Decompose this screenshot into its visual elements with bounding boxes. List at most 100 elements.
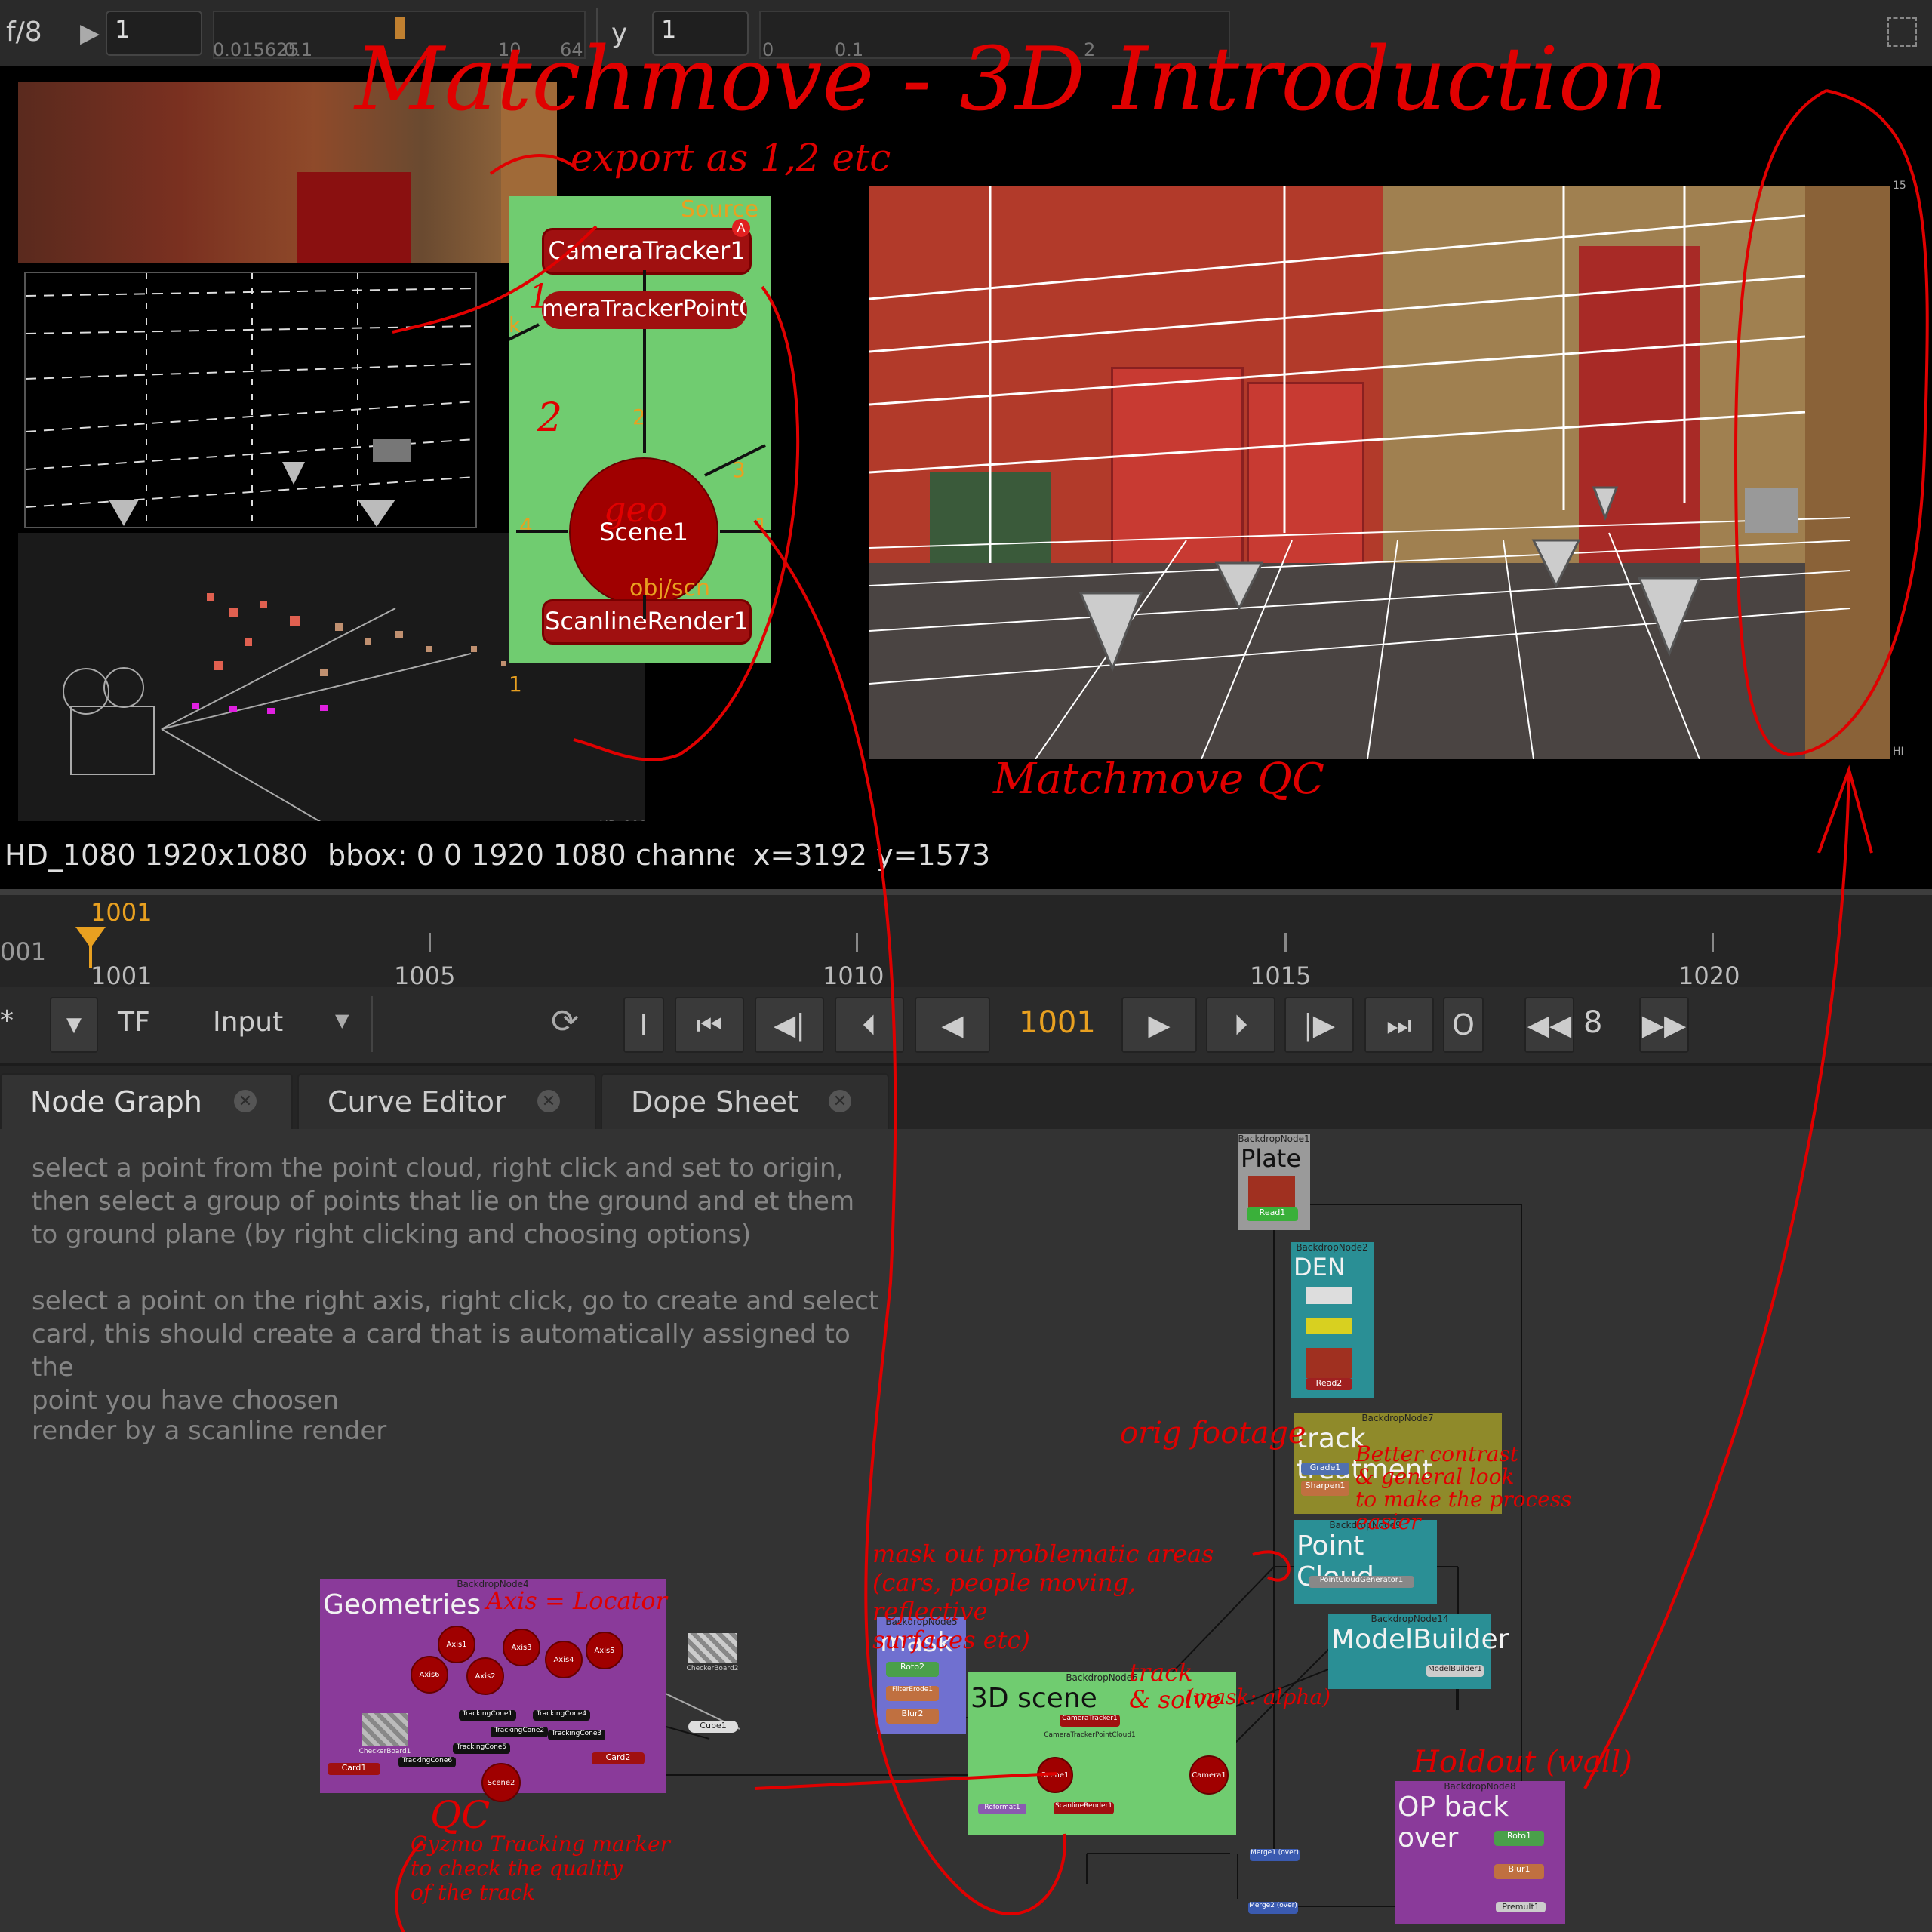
switch-node[interactable] <box>1306 1318 1352 1334</box>
camera-node[interactable]: Camera1 <box>1189 1755 1229 1795</box>
in-point-button[interactable]: I <box>623 997 664 1053</box>
timeline-major-tick <box>1284 933 1287 952</box>
tab-dope-sheet[interactable]: Dope Sheet ✕ <box>601 1073 889 1129</box>
tracking-cone-node[interactable]: TrackingCone3 <box>548 1730 605 1740</box>
better-contrast-annotation: Better contrast & general look to make t… <box>1355 1441 1572 1534</box>
tab-node-graph[interactable]: Node Graph ✕ <box>0 1073 293 1129</box>
point-cloud-generator-node[interactable]: PointCloudGenerator1 <box>1309 1576 1414 1588</box>
camera-tracker-point-cloud-node[interactable]: CameraTrackerPointCloud1 <box>1037 1731 1143 1742</box>
blur-node[interactable]: Blur2 <box>886 1709 939 1724</box>
roto-node[interactable]: Roto1 <box>1494 1831 1544 1846</box>
cube-node[interactable]: Cube1 <box>688 1721 738 1733</box>
first-frame-icon[interactable]: ⏮ <box>675 997 744 1053</box>
fast-forward-icon[interactable]: ▶▶ <box>1639 997 1689 1053</box>
format-label-small: HI <box>1893 746 1904 758</box>
rewind-icon[interactable]: ◀◀ <box>1524 997 1574 1053</box>
gain-tick: 0.1 <box>284 39 313 60</box>
wireframe-3d-view <box>24 272 477 528</box>
tf-dropdown[interactable]: TF <box>118 1007 150 1038</box>
axis-node[interactable]: Axis5 <box>586 1632 623 1669</box>
reformat-node[interactable]: Reformat1 <box>978 1804 1026 1814</box>
close-icon[interactable]: ✕ <box>537 1090 560 1112</box>
backdrop-model-builder[interactable]: BackdropNode14 ModelBuilder ModelBuilder… <box>1328 1614 1509 1689</box>
tab-label: Curve Editor <box>328 1085 506 1118</box>
geo-annotation: geo <box>604 489 668 530</box>
orig-footage-annotation: orig footage <box>1120 1416 1306 1451</box>
axis-node[interactable]: Axis4 <box>545 1641 583 1678</box>
checkerboard-thumbnail <box>688 1633 737 1663</box>
read-thumbnail <box>1306 1348 1352 1378</box>
tracking-cone-node[interactable]: TrackingCone5 <box>453 1743 510 1754</box>
checkerboard-node[interactable]: CheckerBoard2 <box>682 1665 743 1675</box>
current-frame-field[interactable]: 1001 <box>1019 1005 1096 1040</box>
qc-overlay-grid <box>869 186 1851 759</box>
step-back-icon[interactable]: ⏴ <box>835 997 904 1053</box>
node-graph-canvas[interactable]: select a point from the point cloud, rig… <box>0 1129 1932 1932</box>
gain-input[interactable]: 1 <box>106 11 202 56</box>
tracking-cone-node[interactable]: TrackingCone1 <box>459 1710 516 1721</box>
backdrop-plate[interactable]: BackdropNode1 Plate Read1 <box>1238 1134 1310 1230</box>
merge-node[interactable]: Merge1 (over) <box>1250 1849 1300 1861</box>
tracking-cone-node[interactable]: TrackingCone4 <box>533 1710 590 1721</box>
roto-node[interactable]: Roto2 <box>886 1662 939 1677</box>
checkerboard-thumbnail <box>362 1713 408 1746</box>
qc-gizmo-label: QC <box>430 1793 491 1837</box>
premult-node[interactable]: Premult1 <box>1496 1902 1546 1912</box>
close-icon[interactable]: ✕ <box>234 1090 257 1112</box>
axis-node[interactable]: Axis3 <box>503 1629 540 1666</box>
backdrop-op-back-over[interactable]: BackdropNode8 OP back over Roto1 Blur1 P… <box>1395 1781 1565 1924</box>
loop-mode-icon[interactable]: ⟳ <box>551 1002 579 1041</box>
timeline-major-tick <box>856 933 858 952</box>
title-annotation: Matchmove - 3D Introduction <box>355 29 1668 131</box>
read-node[interactable]: Read1 <box>1247 1208 1298 1221</box>
play-arrow-icon[interactable]: ▶ <box>80 18 100 48</box>
tab-label: Node Graph <box>30 1085 202 1118</box>
roi-icon[interactable] <box>1887 17 1917 47</box>
star-dropdown[interactable]: * <box>0 1005 14 1036</box>
close-icon[interactable]: ✕ <box>829 1090 851 1112</box>
play-forward-icon[interactable]: ▶ <box>1121 997 1197 1053</box>
grade-node[interactable]: Grade1 <box>1301 1463 1349 1475</box>
red-door-shape <box>297 172 411 263</box>
timeline-tick-label: 1020 <box>1678 961 1740 990</box>
axis-node[interactable]: Axis1 <box>438 1626 475 1663</box>
filter-erode-node[interactable]: FilterErode1 <box>886 1686 939 1701</box>
axis-node[interactable]: Axis2 <box>466 1657 504 1695</box>
sharpen-node[interactable]: Sharpen1 <box>1301 1481 1349 1496</box>
node-connections <box>497 1204 1522 1907</box>
holdout-annotation: Holdout (wall) <box>1413 1745 1632 1780</box>
blur-node[interactable]: Blur1 <box>1494 1864 1544 1879</box>
increment-field[interactable]: 8 <box>1583 1005 1602 1040</box>
read-node[interactable]: Read2 <box>1306 1378 1352 1390</box>
next-keyframe-icon[interactable]: |▶ <box>1284 997 1354 1053</box>
step-forward-icon[interactable]: ⏵ <box>1206 997 1275 1053</box>
checkerboard-node[interactable]: CheckerBoard1 <box>358 1748 412 1758</box>
tab-curve-editor[interactable]: Curve Editor ✕ <box>297 1073 596 1129</box>
backdrop-den[interactable]: BackdropNode2 DEN Read2 <box>1291 1242 1374 1398</box>
model-builder-node[interactable]: ModelBuilder1 <box>1426 1665 1484 1677</box>
prev-keyframe-icon[interactable]: ◀| <box>755 997 824 1053</box>
transport-controls: * ▼ TF Input ▼ ⟳ I ⏮ ◀| ⏴ ◀ 1001 ▶ ⏵ |▶ … <box>0 987 1932 1066</box>
backdrop-id: BackdropNode8 <box>1444 1781 1516 1792</box>
scene-node[interactable]: Scene1 <box>1037 1757 1073 1793</box>
chevron-down-icon[interactable]: ▼ <box>50 997 98 1053</box>
denoise-node[interactable] <box>1306 1287 1352 1304</box>
fstop-label[interactable]: f/8 <box>6 17 42 48</box>
chevron-down-icon[interactable]: ▼ <box>335 1010 349 1031</box>
merge-node[interactable]: Merge2 (over) <box>1248 1902 1298 1914</box>
timeline[interactable]: 001 1001 1001 1005 1010 1015 1020 <box>0 889 1932 993</box>
card-node[interactable]: Card2 <box>592 1752 645 1764</box>
viewer[interactable]: HD_108 Source CameraTracker1 A meraTrack… <box>0 29 1932 835</box>
card-node[interactable]: Card1 <box>328 1763 380 1775</box>
axis-node[interactable]: Axis6 <box>411 1656 448 1694</box>
scanline-render-node[interactable]: ScanlineRender1 <box>1054 1802 1114 1814</box>
tracking-cone-node[interactable]: TrackingCone6 <box>398 1757 456 1767</box>
input-dropdown[interactable]: Input <box>213 1007 283 1038</box>
backdrop-title: DEN <box>1294 1253 1346 1281</box>
export-annotation: export as 1,2 etc <box>571 136 891 180</box>
last-frame-icon[interactable]: ⏭ <box>1364 997 1434 1053</box>
out-point-button[interactable]: O <box>1443 997 1484 1053</box>
camera-tracker-node[interactable]: CameraTracker1 <box>1060 1715 1120 1727</box>
play-backward-icon[interactable]: ◀ <box>915 997 990 1053</box>
tracking-cone-node[interactable]: TrackingCone2 <box>491 1727 548 1737</box>
